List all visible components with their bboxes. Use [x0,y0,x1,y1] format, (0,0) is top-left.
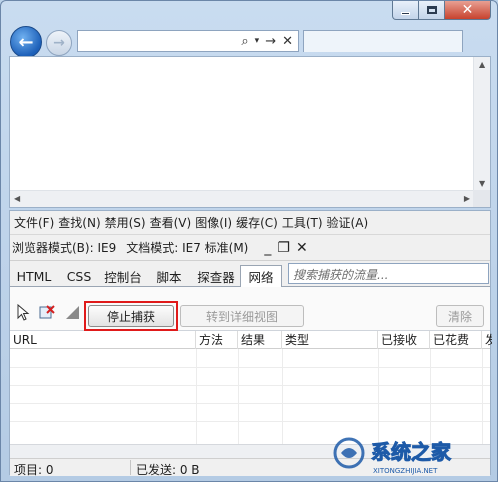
browser-mode-menu[interactable]: 浏览器模式(B): IE9 [12,239,116,256]
tab-html[interactable]: HTML [14,266,54,287]
column-received[interactable]: 已接收 [378,331,430,349]
devtools-tabs: HTML CSS 控制台 脚本 探查器 网络 搜索捕获的流量... [10,261,490,288]
minimize-button[interactable] [392,1,419,20]
scroll-up-icon[interactable]: ▲ [479,60,485,69]
menu-file[interactable]: 文件(F) [12,214,56,231]
menu-find[interactable]: 查找(N) [56,214,102,231]
scroll-left-icon[interactable]: ◀ [14,194,20,203]
horizontal-scrollbar[interactable]: ◀ ▶ [10,190,474,207]
traffic-search-input[interactable]: 搜索捕获的流量... [288,263,489,284]
menu-images[interactable]: 图像(I) [193,214,234,231]
scroll-right-icon[interactable]: ▶ [464,194,470,203]
column-sent[interactable]: 发 [482,331,492,349]
tab-css[interactable]: CSS [62,266,96,287]
back-button[interactable]: ← [10,26,42,58]
go-icon[interactable]: → [265,35,276,48]
maximize-button[interactable] [419,1,445,20]
tab-profiler[interactable]: 探查器 [192,266,240,287]
close-panel-icon[interactable]: ✕ [296,240,308,256]
document-mode-menu[interactable]: 文档模式: IE7 标准(M) [126,239,248,256]
back-arrow-icon: ← [18,31,34,53]
watermark-logo: 系统之家 XITONGZHIJIA.NET [333,437,452,475]
tab-network[interactable]: 网络 [240,265,282,288]
status-sent: 已发送: 0 B [136,463,200,477]
minimize-panel-icon[interactable]: _ [264,240,271,256]
scroll-corner [473,190,490,207]
dropdown-icon[interactable]: ▾ [255,36,260,46]
disabled-tool-icon [66,306,79,319]
address-bar[interactable]: ⌕ ▾ → ✕ [77,30,299,52]
clear-button[interactable]: 清除 [436,305,484,327]
forward-button[interactable]: → [46,30,72,56]
watermark-text: 系统之家 [371,440,452,464]
browser-tab[interactable] [303,30,463,52]
grid-row-line [10,421,490,422]
network-request-table: URL 方法 结果 类型 已接收 已花费 发 [10,331,492,444]
forward-arrow-icon: → [53,35,65,51]
grid-row-line [10,385,490,386]
minimize-icon [401,11,410,15]
clear-cache-icon[interactable] [38,303,56,321]
menu-cache[interactable]: 缓存(C) [234,214,280,231]
column-method[interactable]: 方法 [196,331,238,349]
search-icon[interactable]: ⌕ [241,35,248,48]
close-icon: ✕ [461,2,474,18]
menu-disable[interactable]: 禁用(S) [103,214,148,231]
window-controls: ✕ [392,1,491,20]
menu-validate[interactable]: 验证(A) [325,214,371,231]
grid-col-line [196,349,197,444]
select-element-icon[interactable] [14,303,32,321]
status-separator [130,460,131,475]
scroll-down-icon[interactable]: ▼ [479,179,485,188]
stop-icon[interactable]: ✕ [282,35,293,48]
maximize-icon [426,6,437,14]
grid-col-line [282,349,283,444]
tab-script[interactable]: 脚本 [150,266,188,287]
status-items: 项目: 0 [14,463,54,477]
watermark-subtext: XITONGZHIJIA.NET [373,467,438,475]
column-result[interactable]: 结果 [238,331,282,349]
grid-col-line [238,349,239,444]
mode-bar: 浏览器模式(B): IE9 文档模式: IE7 标准(M) _ ❐ ✕ [10,235,490,261]
column-url[interactable]: URL [10,331,196,349]
network-toolbar: 停止捕获 转到详细视图 清除 [10,287,490,331]
browser-window: ✕ ← → ⌕ ▾ → ✕ ▲ ▼ ◀ ▶ 文件(F) 查找(N) 禁用(S) … [0,0,498,482]
column-taken[interactable]: 已花费 [430,331,482,349]
vertical-scrollbar[interactable]: ▲ ▼ [473,57,490,191]
column-type[interactable]: 类型 [282,331,378,349]
close-button[interactable]: ✕ [445,1,491,20]
grid-row-line [10,367,490,368]
menu-tools[interactable]: 工具(T) [280,214,325,231]
table-header: URL 方法 结果 类型 已接收 已花费 发 [10,331,492,349]
stop-capture-button[interactable]: 停止捕获 [88,305,174,327]
menu-view[interactable]: 查看(V) [148,214,194,231]
tab-console[interactable]: 控制台 [100,266,146,287]
go-detail-view-button[interactable]: 转到详细视图 [180,305,304,327]
page-content-area: ▲ ▼ ◀ ▶ [9,56,491,208]
grid-row-line [10,403,490,404]
unpin-panel-icon[interactable]: ❐ [277,240,290,256]
devtools-menu-bar: 文件(F) 查找(N) 禁用(S) 查看(V) 图像(I) 缓存(C) 工具(T… [10,211,490,235]
